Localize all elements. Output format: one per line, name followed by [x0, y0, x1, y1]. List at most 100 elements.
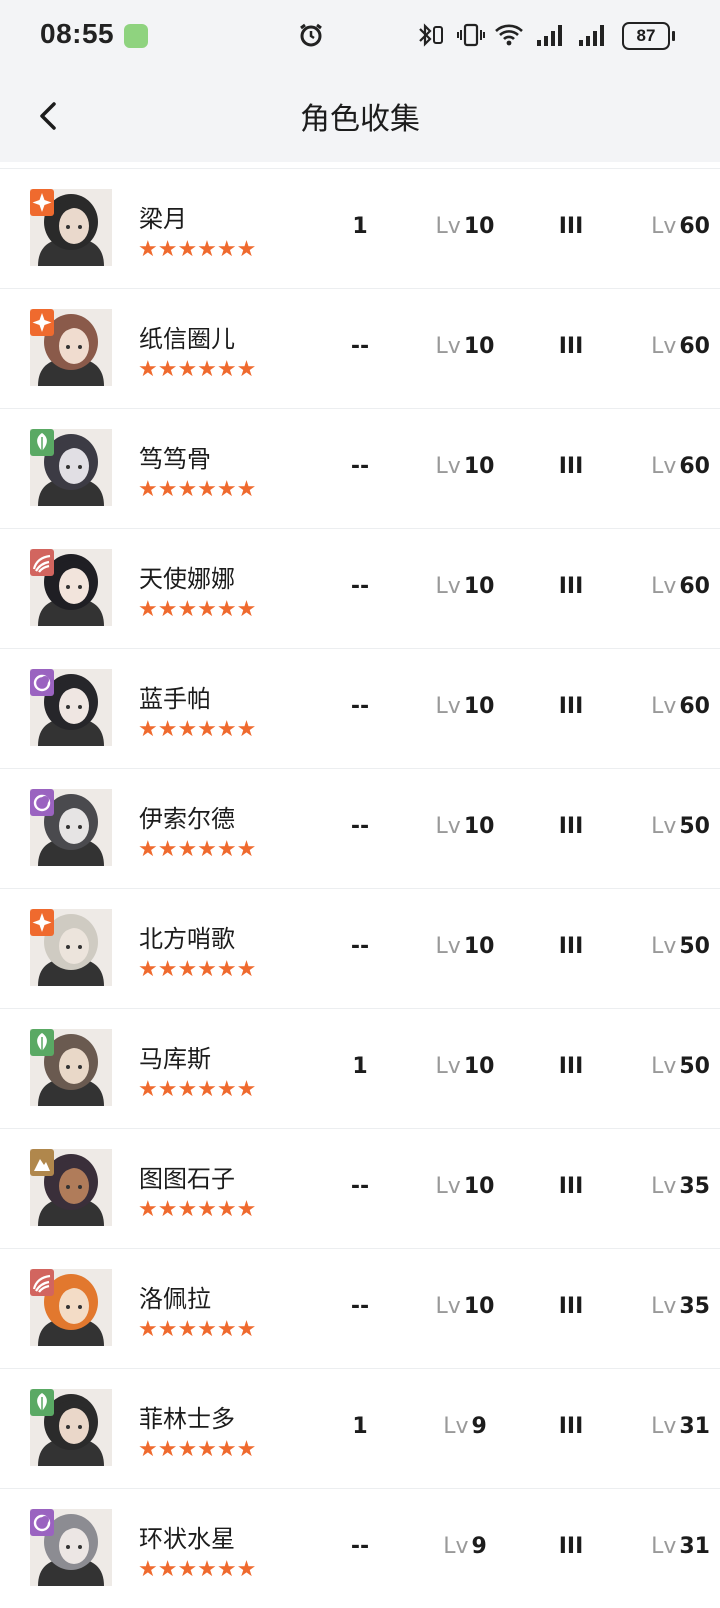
portrait-count: --	[350, 1534, 370, 1559]
skill-level: Lv 10	[420, 1174, 510, 1199]
rarity-stars: ★★★★★★	[138, 1317, 257, 1342]
character-row[interactable]: 洛佩拉 ★★★★★★ -- Lv 10 III Lv 35	[0, 1248, 720, 1368]
character-row[interactable]: 蓝手帕 ★★★★★★ -- Lv 10 III Lv 60	[0, 648, 720, 768]
character-row[interactable]: 北方哨歌 ★★★★★★ -- Lv 10 III Lv 50	[0, 888, 720, 1008]
character-row[interactable]: 环状水星 ★★★★★★ -- Lv 9 III Lv 31	[0, 1488, 720, 1608]
status-time: 08:55	[40, 18, 115, 49]
character-row[interactable]: 笃笃骨 ★★★★★★ -- Lv 10 III Lv 60	[0, 408, 720, 528]
element-star-icon	[30, 189, 54, 216]
character-level: Lv 60	[610, 334, 710, 359]
character-level: Lv 60	[610, 454, 710, 479]
skill-level-value: 9	[471, 1534, 487, 1559]
signal-icon-1	[536, 22, 566, 52]
character-row[interactable]: 伊索尔德 ★★★★★★ -- Lv 10 III Lv 50	[0, 768, 720, 888]
skill-level-prefix: Lv	[435, 1054, 461, 1079]
character-name: 笃笃骨	[139, 445, 211, 473]
element-spirit-icon	[30, 669, 54, 696]
vibrate-icon	[456, 22, 486, 52]
bluetooth-icon	[416, 22, 446, 52]
signal-icon-2	[578, 22, 608, 52]
character-level-value: 31	[679, 1534, 710, 1559]
character-level-prefix: Lv	[651, 1294, 677, 1319]
skill-level: Lv 9	[420, 1534, 510, 1559]
alarm-icon	[298, 22, 324, 52]
character-name: 梁月	[139, 205, 187, 233]
character-row[interactable]: 图图石子 ★★★★★★ -- Lv 10 III Lv 35	[0, 1128, 720, 1248]
rarity-stars: ★★★★★★	[138, 1077, 257, 1102]
skill-level-value: 10	[463, 694, 495, 719]
portrait-count: --	[350, 454, 370, 479]
character-level-prefix: Lv	[651, 214, 677, 239]
character-level-value: 35	[679, 1174, 710, 1199]
rarity-stars: ★★★★★★	[138, 957, 257, 982]
character-row[interactable]: 纸信圈儿 ★★★★★★ -- Lv 10 III Lv 60	[0, 288, 720, 408]
rarity-stars: ★★★★★★	[138, 357, 257, 382]
portrait-count: 1	[352, 1054, 368, 1079]
character-level-value: 50	[679, 814, 710, 839]
character-row[interactable]: 马库斯 ★★★★★★ 1 Lv 10 III Lv 50	[0, 1008, 720, 1128]
insight-stage: III	[558, 1174, 584, 1199]
insight-stage: III	[558, 334, 584, 359]
top-bar: 08:55 87 角色收集	[0, 0, 720, 162]
skill-level: Lv 10	[420, 574, 510, 599]
rarity-stars: ★★★★★★	[138, 237, 257, 262]
element-plant-icon	[30, 1389, 54, 1416]
skill-level: Lv 10	[420, 334, 510, 359]
skill-level-prefix: Lv	[435, 334, 461, 359]
skill-level-prefix: Lv	[443, 1534, 469, 1559]
skill-level-prefix: Lv	[435, 934, 461, 959]
element-plant-icon	[30, 1029, 54, 1056]
insight-stage: III	[558, 214, 584, 239]
portrait-count: --	[350, 334, 370, 359]
rarity-stars: ★★★★★★	[138, 1437, 257, 1462]
element-spirit-icon	[30, 1509, 54, 1536]
insight-stage: III	[558, 934, 584, 959]
skill-level: Lv 10	[420, 694, 510, 719]
character-level-prefix: Lv	[651, 1414, 677, 1439]
skill-level: Lv 10	[420, 934, 510, 959]
skill-level-prefix: Lv	[435, 214, 461, 239]
insight-stage: III	[558, 1054, 584, 1079]
page-title: 角色收集	[300, 102, 420, 137]
portrait-count: --	[350, 1174, 370, 1199]
insight-stage: III	[558, 694, 584, 719]
character-level: Lv 31	[610, 1534, 710, 1559]
character-level-value: 50	[679, 934, 710, 959]
rarity-stars: ★★★★★★	[138, 1197, 257, 1222]
element-spirit-icon	[30, 789, 54, 816]
character-level-value: 50	[679, 1054, 710, 1079]
rarity-stars: ★★★★★★	[138, 837, 257, 862]
character-level-prefix: Lv	[651, 1054, 677, 1079]
skill-level-prefix: Lv	[435, 814, 461, 839]
skill-level-value: 9	[471, 1414, 487, 1439]
character-level-value: 31	[679, 1414, 710, 1439]
skill-level-prefix: Lv	[443, 1414, 469, 1439]
character-row[interactable]: 菲林士多 ★★★★★★ 1 Lv 9 III Lv 31	[0, 1368, 720, 1488]
rarity-stars: ★★★★★★	[138, 1557, 257, 1582]
character-level: Lv 35	[610, 1294, 710, 1319]
app-notification-icon	[124, 24, 148, 48]
character-name: 图图石子	[139, 1165, 235, 1193]
character-level: Lv 60	[610, 574, 710, 599]
element-star-icon	[30, 909, 54, 936]
skill-level-value: 10	[463, 1174, 495, 1199]
skill-level-prefix: Lv	[435, 1174, 461, 1199]
character-level: Lv 50	[610, 934, 710, 959]
character-level: Lv 50	[610, 1054, 710, 1079]
character-name: 伊索尔德	[139, 805, 235, 833]
insight-stage: III	[558, 1294, 584, 1319]
insight-stage: III	[558, 574, 584, 599]
character-level-prefix: Lv	[651, 1534, 677, 1559]
character-row[interactable]: 梁月 ★★★★★★ 1 Lv 10 III Lv 60	[0, 168, 720, 288]
portrait-count: --	[350, 1294, 370, 1319]
portrait-count: --	[350, 814, 370, 839]
character-name: 洛佩拉	[139, 1285, 211, 1313]
character-row[interactable]: 天使娜娜 ★★★★★★ -- Lv 10 III Lv 60	[0, 528, 720, 648]
insight-stage: III	[558, 1414, 584, 1439]
character-name: 纸信圈儿	[139, 325, 235, 353]
element-star-icon	[30, 309, 54, 336]
skill-level: Lv 10	[420, 214, 510, 239]
character-level-prefix: Lv	[651, 694, 677, 719]
character-level: Lv 31	[610, 1414, 710, 1439]
character-level-prefix: Lv	[651, 1174, 677, 1199]
